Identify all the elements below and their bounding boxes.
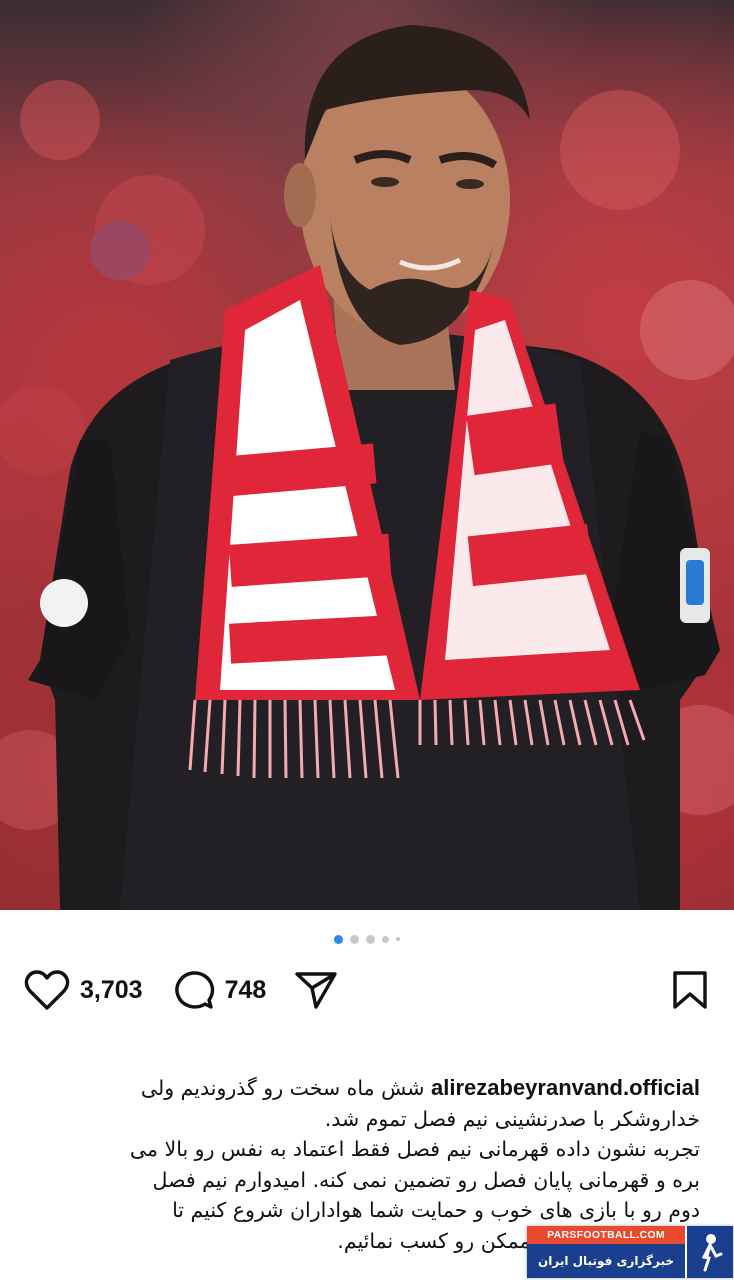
paper-plane-icon [295,972,337,1009]
carousel-dot-1 [334,934,343,944]
carousel-dot-3 [366,934,375,944]
bookmark-icon [673,971,707,1009]
caption-line-4: بره و قهرمانی پایان فصل رو تضمین نمی کنه… [152,1167,700,1192]
like-button[interactable]: 3,703 [24,969,143,1011]
post-photo[interactable] [0,0,734,910]
share-button[interactable] [294,970,338,1010]
caption-line-3: تجربه نشون داده قهرمانی نیم فصل فقط اعتم… [129,1137,700,1161]
caption-line-1: alirezabeyranvand.official شش ماه سخت رو… [22,1073,700,1104]
comment-bubble-icon [174,971,214,1009]
caption-username[interactable]: alirezabeyranvand.official [431,1073,700,1104]
comment-button[interactable]: 748 [171,969,267,1011]
parsfootball-watermark: PARSFOOTBALL.COM خبرگزاری فوتبال ایران [527,1226,733,1278]
carousel-dot-2 [350,934,359,944]
watermark-tagline: خبرگزاری فوتبال ایران [527,1244,685,1278]
player-photo [0,25,734,910]
likes-count[interactable]: 3,703 [80,976,143,1005]
watermark-text: PARSFOOTBALL.COM خبرگزاری فوتبال ایران [527,1226,685,1278]
post-actions-bar: 3,703 748 [24,962,708,1018]
caption-line-5: دوم رو با بازی های خوب و حمایت شما هوادا… [172,1198,700,1222]
parsfootball-logo-icon [685,1226,733,1278]
caption-line-2: خداروشکر با صدرنشینی نیم فصل تموم شد. [324,1106,700,1131]
watermark-site: PARSFOOTBALL.COM [527,1226,685,1244]
carousel-indicator [0,933,734,945]
comments-count[interactable]: 748 [225,976,267,1005]
carousel-dot-4 [382,935,389,943]
carousel-dot-5 [396,937,400,941]
save-button[interactable] [672,970,708,1010]
caption-text-1: شش ماه سخت رو گذروندیم ولی [140,1076,425,1100]
heart-icon [24,970,70,1010]
